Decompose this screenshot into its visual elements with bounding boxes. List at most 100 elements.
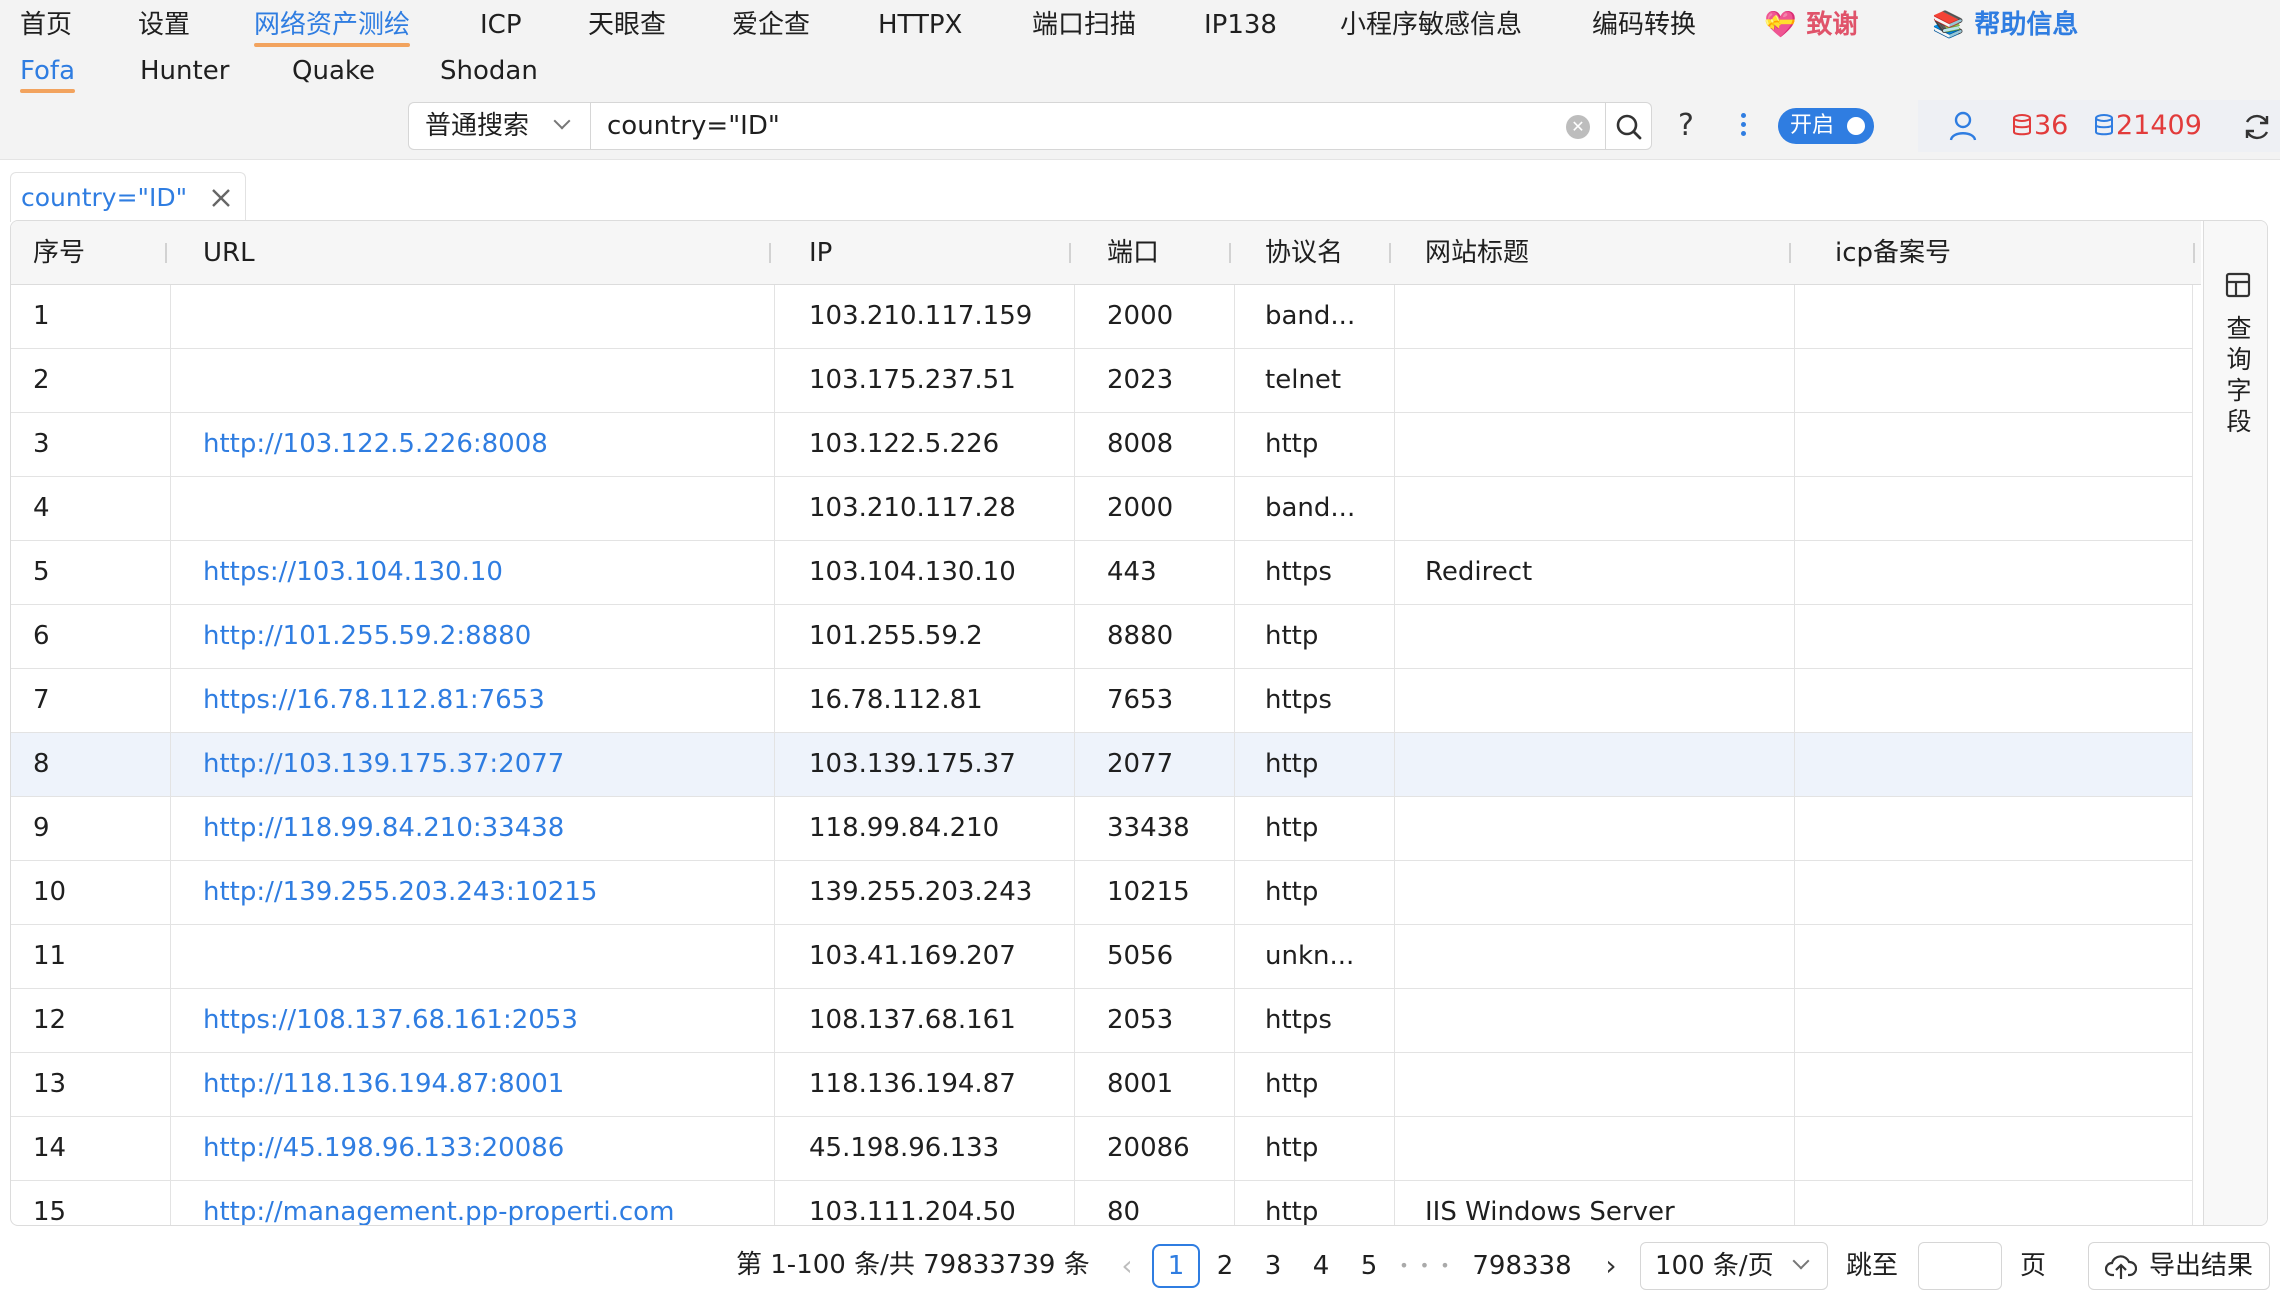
query-result-tab[interactable]: country="ID" — [10, 172, 246, 222]
nav-item-settings[interactable]: 设置 — [138, 6, 190, 44]
table-row[interactable]: 3 http://103.122.5.226:8008 103.122.5.226 8… — [11, 413, 2193, 477]
table-row[interactable]: 6 http://101.255.59.2:8880 101.255.59.2 888… — [11, 605, 2193, 669]
table-row[interactable]: 8 http://103.139.175.37:2077 103.139.175.3… — [11, 733, 2193, 797]
tab-quake[interactable]: Quake — [292, 52, 375, 90]
nav-item-thanks[interactable]: 💝 致谢 — [1764, 6, 1858, 44]
cell-url[interactable]: http://139.255.203.243:10215 — [171, 861, 775, 924]
cell-icp — [1795, 1181, 2193, 1225]
top-nav: 首页 设置 网络资产测绘 ICP 天眼查 爱企查 HTTPX 端口扫描 IP13… — [0, 0, 2280, 48]
nav-item-httpx[interactable]: HTTPX — [878, 6, 962, 44]
cell-no: 4 — [11, 477, 171, 540]
nav-item-ip138[interactable]: IP138 — [1204, 6, 1277, 44]
column-header-title[interactable]: 网站标题 — [1395, 221, 1795, 285]
page-4[interactable]: 4 — [1306, 1244, 1336, 1288]
cell-title — [1395, 477, 1795, 540]
cell-no: 11 — [11, 925, 171, 988]
table-row[interactable]: 4 103.210.117.28 2000 band... — [11, 477, 2193, 541]
cell-url[interactable]: http://118.99.84.210:33438 — [171, 797, 775, 860]
toggle-switch[interactable]: 开启 — [1778, 108, 1874, 144]
user-icon[interactable] — [1948, 110, 1978, 142]
column-header-ip[interactable]: IP — [775, 221, 1075, 285]
cell-no: 8 — [11, 733, 171, 796]
more-options-icon[interactable] — [1738, 110, 1748, 142]
tab-shodan[interactable]: Shodan — [440, 52, 538, 90]
cell-icp — [1795, 541, 2193, 604]
search-button[interactable] — [1606, 102, 1652, 150]
search-mode-select[interactable]: 普通搜索 — [408, 102, 590, 150]
cell-no: 1 — [11, 285, 171, 348]
page-ellipsis[interactable]: • • • — [1398, 1244, 1454, 1288]
page-last[interactable]: 798338 — [1466, 1244, 1578, 1288]
cell-no: 10 — [11, 861, 171, 924]
cell-url[interactable]: http://management.pp-properti.com — [171, 1181, 775, 1225]
table-row[interactable]: 15 http://management.pp-properti.com 103.1… — [11, 1181, 2193, 1225]
table-row[interactable]: 11 103.41.169.207 5056 unkn... — [11, 925, 2193, 989]
cell-port: 2000 — [1075, 477, 1235, 540]
coin-balance-b: 21409 — [2094, 108, 2202, 144]
next-page-button[interactable]: › — [1596, 1244, 1626, 1288]
cell-icp — [1795, 477, 2193, 540]
cell-url[interactable]: http://101.255.59.2:8880 — [171, 605, 775, 668]
cell-url[interactable]: https://16.78.112.81:7653 — [171, 669, 775, 732]
column-header-url[interactable]: URL — [171, 221, 775, 285]
page-5[interactable]: 5 — [1354, 1244, 1384, 1288]
page-size-select[interactable]: 100 条/页 — [1640, 1242, 1828, 1290]
table-row[interactable]: 13 http://118.136.194.87:8001 118.136.194.… — [11, 1053, 2193, 1117]
cell-ip: 103.41.169.207 — [775, 925, 1075, 988]
column-header-no[interactable]: 序号 — [11, 221, 171, 285]
tab-hunter[interactable]: Hunter — [140, 52, 229, 90]
cell-icp — [1795, 1117, 2193, 1180]
nav-item-help[interactable]: 📚 帮助信息 — [1932, 6, 2078, 44]
table-row[interactable]: 14 http://45.198.96.133:20086 45.198.96.13… — [11, 1117, 2193, 1181]
jump-page-input[interactable] — [1918, 1242, 2002, 1290]
column-header-icp[interactable]: icp备案号 — [1795, 221, 2199, 285]
cell-protocol: https — [1235, 989, 1395, 1052]
table-row[interactable]: 9 http://118.99.84.210:33438 118.99.84.210… — [11, 797, 2193, 861]
page-1[interactable]: 1 — [1152, 1244, 1200, 1288]
nav-item-encoding[interactable]: 编码转换 — [1592, 6, 1696, 44]
export-results-button[interactable]: 导出结果 — [2088, 1242, 2270, 1290]
cell-title — [1395, 733, 1795, 796]
cell-url[interactable]: http://103.122.5.226:8008 — [171, 413, 775, 476]
query-fields-label: 查询字段 — [2226, 314, 2252, 436]
refresh-icon[interactable] — [2242, 112, 2272, 142]
nav-item-aiqicha[interactable]: 爱企查 — [732, 6, 810, 44]
cell-port: 10215 — [1075, 861, 1235, 924]
nav-item-icp[interactable]: ICP — [480, 6, 522, 44]
nav-item-asset-mapping[interactable]: 网络资产测绘 — [254, 6, 411, 47]
page-2[interactable]: 2 — [1210, 1244, 1240, 1288]
prev-page-button[interactable]: ‹ — [1112, 1244, 1142, 1288]
table-row[interactable]: 10 http://139.255.203.243:10215 139.255.20… — [11, 861, 2193, 925]
cell-protocol: https — [1235, 669, 1395, 732]
nav-item-port-scan[interactable]: 端口扫描 — [1032, 6, 1136, 44]
nav-item-tianyancha[interactable]: 天眼查 — [588, 6, 666, 44]
table-row[interactable]: 7 https://16.78.112.81:7653 16.78.112.81 76… — [11, 669, 2193, 733]
cell-url[interactable]: http://103.139.175.37:2077 — [171, 733, 775, 796]
cell-url[interactable]: https://108.137.68.161:2053 — [171, 989, 775, 1052]
engine-tabs: Fofa Hunter Quake Shodan — [0, 48, 2280, 94]
cell-port: 20086 — [1075, 1117, 1235, 1180]
clear-icon[interactable]: ✕ — [1566, 115, 1590, 139]
help-question-icon[interactable]: ? — [1672, 106, 1700, 146]
search-input[interactable] — [590, 102, 1606, 150]
cell-icp — [1795, 669, 2193, 732]
cell-protocol: http — [1235, 861, 1395, 924]
query-fields-panel[interactable]: 查询字段 — [2203, 221, 2267, 1225]
column-header-protocol[interactable]: 协议名 — [1235, 221, 1395, 285]
column-header-port[interactable]: 端口 — [1075, 221, 1235, 285]
table-row[interactable]: 1 103.210.117.159 2000 band... — [11, 285, 2193, 349]
cell-url[interactable]: http://118.136.194.87:8001 — [171, 1053, 775, 1116]
cell-port: 2053 — [1075, 989, 1235, 1052]
cell-url[interactable]: http://45.198.96.133:20086 — [171, 1117, 775, 1180]
cell-ip: 103.122.5.226 — [775, 413, 1075, 476]
table-row[interactable]: 2 103.175.237.51 2023 telnet — [11, 349, 2193, 413]
close-icon[interactable] — [209, 186, 233, 210]
cell-url[interactable]: https://103.104.130.10 — [171, 541, 775, 604]
nav-item-miniapp-sensitive[interactable]: 小程序敏感信息 — [1340, 6, 1522, 44]
table-row[interactable]: 12 https://108.137.68.161:2053 108.137.68.… — [11, 989, 2193, 1053]
cell-icp — [1795, 349, 2193, 412]
table-row[interactable]: 5 https://103.104.130.10 103.104.130.10 443… — [11, 541, 2193, 605]
tab-fofa[interactable]: Fofa — [20, 52, 76, 93]
nav-item-home[interactable]: 首页 — [20, 6, 72, 44]
page-3[interactable]: 3 — [1258, 1244, 1288, 1288]
